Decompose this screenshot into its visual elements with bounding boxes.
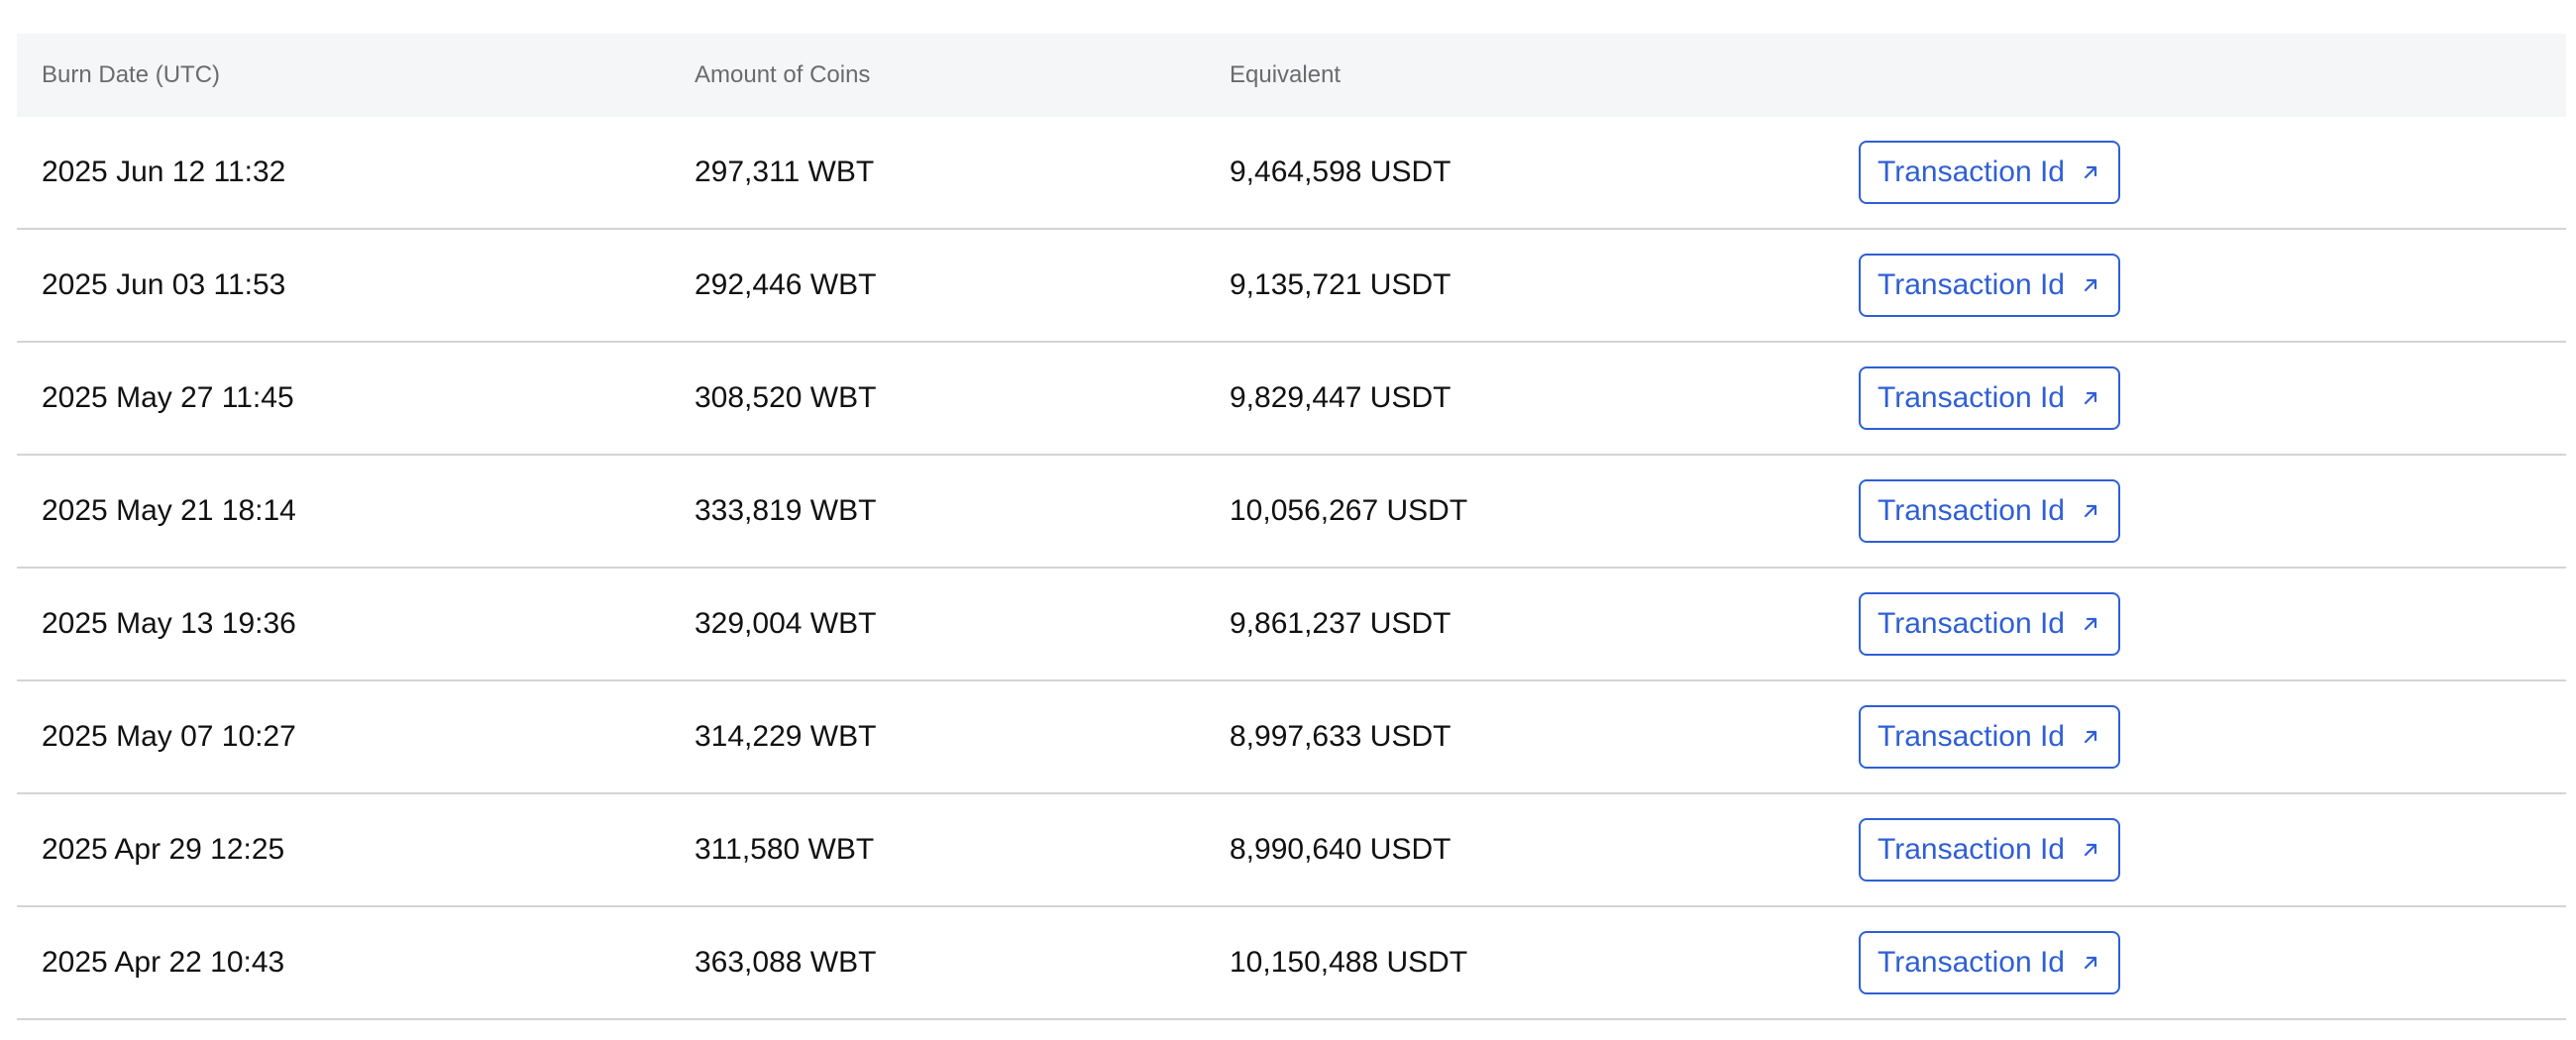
transaction-id-label: Transaction Id (1878, 720, 2065, 753)
table-row: 2025 Jun 12 11:32 297,311 WBT 9,464,598 … (17, 117, 2566, 230)
transaction-cell: Transaction Id (1859, 141, 2566, 204)
table-row: 2025 May 27 11:45 308,520 WBT 9,829,447 … (17, 343, 2566, 456)
transaction-id-label: Transaction Id (1878, 381, 2065, 414)
transaction-cell: Transaction Id (1859, 818, 2566, 882)
table-row: 2025 May 21 18:14 333,819 WBT 10,056,267… (17, 456, 2566, 569)
equivalent-cell: 10,150,488 USDT (1230, 946, 1468, 979)
arrow-up-right-icon (2081, 388, 2100, 408)
equivalent-cell: 9,829,447 USDT (1230, 381, 1451, 414)
transaction-id-button[interactable]: Transaction Id (1859, 366, 2120, 430)
amount-cell: 333,819 WBT (695, 494, 877, 527)
burn-date-cell: 2025 May 21 18:14 (42, 494, 296, 527)
transaction-id-button[interactable]: Transaction Id (1859, 931, 2120, 994)
transaction-id-label: Transaction Id (1878, 607, 2065, 640)
burn-date-cell: 2025 Apr 22 10:43 (42, 946, 285, 979)
amount-cell: 297,311 WBT (695, 156, 875, 188)
equivalent-cell: 10,056,267 USDT (1230, 494, 1468, 527)
burn-date-cell: 2025 May 27 11:45 (42, 381, 294, 414)
table-header: Burn Date (UTC) Amount of Coins Equivale… (17, 34, 2566, 117)
arrow-up-right-icon (2081, 840, 2100, 860)
equivalent-cell: 9,861,237 USDT (1230, 607, 1451, 640)
transaction-cell: Transaction Id (1859, 479, 2566, 543)
amount-cell: 311,580 WBT (695, 833, 875, 866)
transaction-id-label: Transaction Id (1878, 946, 2065, 979)
burn-date-cell: 2025 Apr 29 12:25 (42, 833, 285, 866)
equivalent-cell: 9,135,721 USDT (1230, 268, 1451, 301)
burn-date-cell: 2025 May 07 10:27 (42, 720, 296, 753)
table-row: 2025 May 13 19:36 329,004 WBT 9,861,237 … (17, 569, 2566, 681)
transaction-id-button[interactable]: Transaction Id (1859, 141, 2120, 204)
equivalent-cell: 8,997,633 USDT (1230, 720, 1451, 753)
equivalent-cell: 8,990,640 USDT (1230, 833, 1451, 866)
header-amount: Amount of Coins (695, 61, 871, 88)
header-equivalent: Equivalent (1230, 61, 1342, 88)
arrow-up-right-icon (2081, 501, 2100, 521)
equivalent-cell: 9,464,598 USDT (1230, 156, 1451, 188)
amount-cell: 363,088 WBT (695, 946, 877, 979)
transaction-id-button[interactable]: Transaction Id (1859, 254, 2120, 317)
arrow-up-right-icon (2081, 614, 2100, 634)
burn-date-cell: 2025 Jun 12 11:32 (42, 156, 286, 188)
transaction-id-label: Transaction Id (1878, 156, 2065, 188)
transaction-id-label: Transaction Id (1878, 833, 2065, 866)
arrow-up-right-icon (2081, 162, 2100, 182)
transaction-id-button[interactable]: Transaction Id (1859, 818, 2120, 882)
amount-cell: 314,229 WBT (695, 720, 877, 753)
transaction-id-label: Transaction Id (1878, 494, 2065, 527)
arrow-up-right-icon (2081, 275, 2100, 295)
table-row: 2025 Jun 03 11:53 292,446 WBT 9,135,721 … (17, 230, 2566, 343)
transaction-id-button[interactable]: Transaction Id (1859, 592, 2120, 656)
burn-history-table: Burn Date (UTC) Amount of Coins Equivale… (17, 34, 2566, 1020)
arrow-up-right-icon (2081, 727, 2100, 747)
transaction-cell: Transaction Id (1859, 254, 2566, 317)
transaction-cell: Transaction Id (1859, 366, 2566, 430)
table-row: 2025 Apr 22 10:43 363,088 WBT 10,150,488… (17, 907, 2566, 1020)
transaction-id-label: Transaction Id (1878, 268, 2065, 301)
arrow-up-right-icon (2081, 953, 2100, 973)
burn-date-cell: 2025 May 13 19:36 (42, 607, 296, 640)
amount-cell: 292,446 WBT (695, 268, 877, 301)
transaction-cell: Transaction Id (1859, 931, 2566, 994)
table-row: 2025 Apr 29 12:25 311,580 WBT 8,990,640 … (17, 794, 2566, 907)
transaction-id-button[interactable]: Transaction Id (1859, 479, 2120, 543)
amount-cell: 329,004 WBT (695, 607, 877, 640)
burn-date-cell: 2025 Jun 03 11:53 (42, 268, 286, 301)
table-row: 2025 May 07 10:27 314,229 WBT 8,997,633 … (17, 681, 2566, 794)
table-body: 2025 Jun 12 11:32 297,311 WBT 9,464,598 … (17, 117, 2566, 1020)
transaction-id-button[interactable]: Transaction Id (1859, 705, 2120, 769)
transaction-cell: Transaction Id (1859, 705, 2566, 769)
transaction-cell: Transaction Id (1859, 592, 2566, 656)
header-burn-date: Burn Date (UTC) (42, 61, 221, 88)
amount-cell: 308,520 WBT (695, 381, 877, 414)
